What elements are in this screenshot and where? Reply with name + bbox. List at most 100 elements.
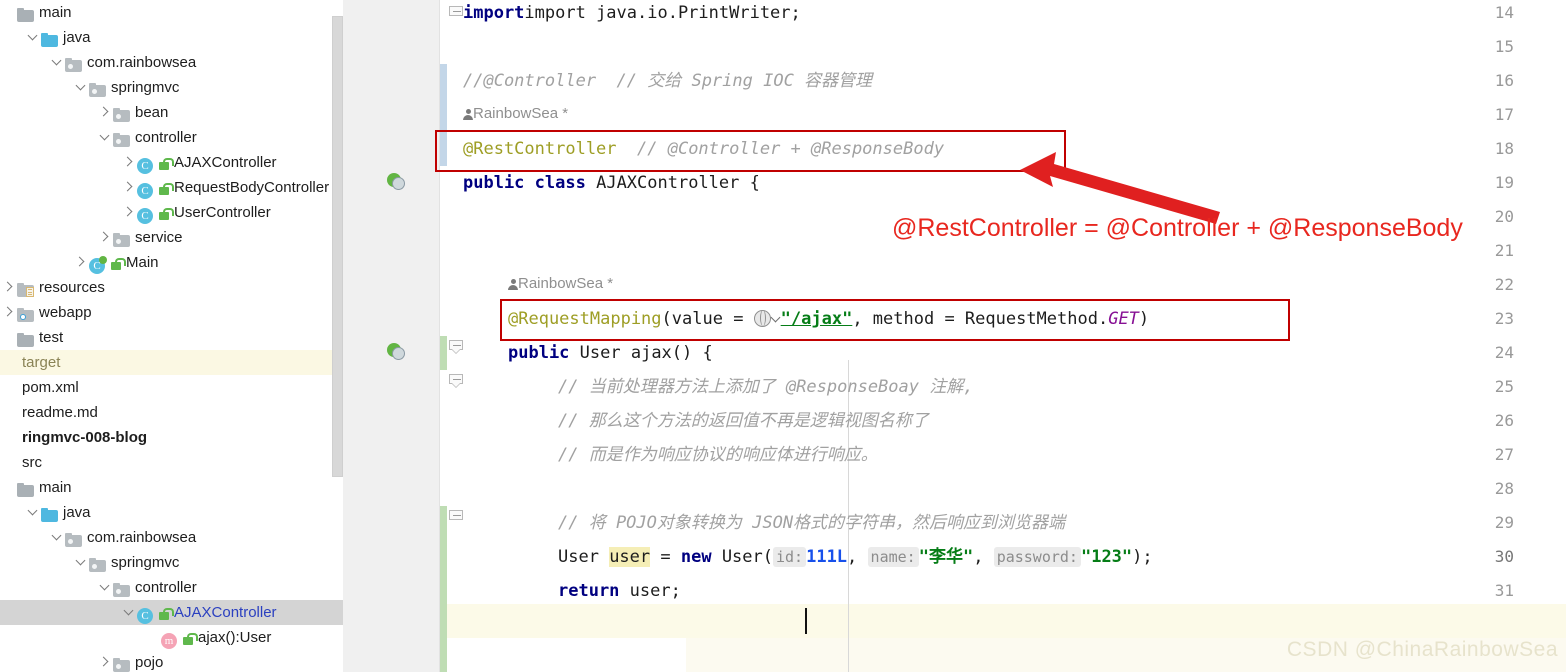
chevron-down-icon[interactable] — [98, 575, 113, 600]
code-line-28[interactable]: User user = new User(id: 111L, name: "李华",… — [558, 540, 1153, 574]
code-line-17[interactable]: @RestController // @Controller + @Respon… — [463, 132, 944, 166]
line-number-22[interactable]: 22 — [1474, 268, 1514, 302]
code-line-23[interactable]: // 当前处理器方法上添加了 @ResponseBoay 注解, — [558, 370, 973, 404]
chevron-down-icon[interactable] — [74, 550, 89, 575]
vcs-change-marker-green-a[interactable] — [440, 336, 447, 370]
code-line-16[interactable]: //@Controller // 交给 Spring IOC 容器管理 — [463, 64, 872, 98]
line-number-16[interactable]: 16 — [1474, 64, 1514, 98]
code-line-27[interactable]: // 将 POJO对象转换为 JSON格式的字符串，然后响应到浏览器端 — [558, 506, 1065, 540]
tree-item-main[interactable]: C Main — [0, 250, 343, 275]
line-number-18[interactable]: 18 — [1474, 132, 1514, 166]
line-number-20[interactable]: 20 — [1474, 200, 1514, 234]
identifier-user[interactable]: user — [609, 547, 651, 567]
code-line-18[interactable]: public class AJAXController { — [463, 166, 760, 200]
line-number-28[interactable]: 28 — [1474, 472, 1514, 506]
tree-item-src[interactable]: src — [0, 450, 343, 475]
tree-item-main[interactable]: main — [0, 0, 343, 25]
java-main-class-icon: C — [89, 255, 107, 274]
code-editor[interactable]: 14 15 16 17 18 19 20 21 22 23 24 25 26 27 28 29 30 31 imp… — [343, 0, 1566, 672]
code-line-24[interactable]: // 那么这个方法的返回值不再是逻辑视图名称了 — [558, 404, 929, 438]
tree-item-requestbodycontroller[interactable]: C RequestBodyController — [0, 175, 343, 200]
project-tree-panel[interactable]: main java com.rainbowsea springmvc bean contr… — [0, 0, 343, 672]
chevron-down-icon[interactable] — [50, 50, 65, 75]
line-number-26[interactable]: 26 — [1474, 404, 1514, 438]
chevron-right-icon[interactable] — [122, 175, 137, 200]
chevron-down-icon[interactable] — [98, 125, 113, 150]
tree-item-java[interactable]: java — [0, 500, 343, 525]
tree-item-springmvc[interactable]: springmvc — [0, 550, 343, 575]
run-method-gutter-icon[interactable] — [387, 343, 405, 361]
tree-item-target[interactable]: target — [0, 350, 343, 375]
tree-item-ajaxcontroller[interactable]: C AJAXController — [0, 600, 343, 625]
tree-item-com-rainbowsea[interactable]: com.rainbowsea — [0, 525, 343, 550]
tree-item-resources[interactable]: resources — [0, 275, 343, 300]
chevron-right-icon[interactable] — [122, 200, 137, 225]
line-number-29[interactable]: 29 — [1474, 506, 1514, 540]
chevron-right-icon[interactable] — [74, 250, 89, 275]
web-url-icon[interactable] — [753, 309, 771, 327]
chevron-right-icon[interactable] — [98, 225, 113, 250]
vcs-change-marker-green-b[interactable] — [440, 506, 447, 672]
line-number-25[interactable]: 25 — [1474, 370, 1514, 404]
fold-handle-body[interactable] — [449, 374, 464, 388]
fold-handle-comment[interactable] — [449, 510, 464, 524]
param-hint-name[interactable]: name: — [867, 547, 919, 567]
tree-item-bean[interactable]: bean — [0, 100, 343, 125]
fold-handle-import[interactable] — [449, 6, 463, 16]
tree-item-service[interactable]: service — [0, 225, 343, 250]
line-number-19[interactable]: 19 — [1474, 166, 1514, 200]
tree-item-label: bean — [135, 104, 169, 121]
inlay-hint-author-21[interactable]: RainbowSea * — [508, 268, 613, 298]
chevron-right-icon[interactable] — [98, 650, 113, 672]
line-number-24[interactable]: 24 — [1474, 336, 1514, 370]
code-line-21[interactable]: @RequestMapping(value = "/ajax", method … — [508, 302, 1149, 336]
tree-item-com-rainbowsea[interactable]: com.rainbowsea — [0, 50, 343, 75]
chevron-down-icon[interactable] — [50, 525, 65, 550]
tree-item-controller[interactable]: controller — [0, 125, 343, 150]
line-number-14[interactable]: 14 — [1474, 0, 1514, 30]
rest-controller-annotation: @RestController — [463, 139, 617, 159]
mapping-url[interactable]: "/ajax" — [781, 309, 853, 329]
chevron-right-icon[interactable] — [98, 100, 113, 125]
chevron-right-icon[interactable] — [2, 275, 17, 300]
param-hint-id[interactable]: id: — [773, 547, 807, 567]
code-line-25[interactable]: // 而是作为响应协议的响应体进行响应。 — [558, 438, 878, 472]
param-hint-password[interactable]: password: — [993, 547, 1081, 567]
tree-item-webapp[interactable]: webapp — [0, 300, 343, 325]
code-line-29[interactable]: return user; — [558, 574, 681, 608]
chevron-down-icon[interactable] — [26, 25, 41, 50]
line-number-15[interactable]: 15 — [1474, 30, 1514, 64]
run-class-gutter-icon[interactable] — [387, 173, 405, 191]
chevron-down-icon[interactable] — [26, 500, 41, 525]
line-number-17[interactable]: 17 — [1474, 98, 1514, 132]
tree-item-springmvc[interactable]: springmvc — [0, 75, 343, 100]
line-number-30[interactable]: 30 — [1474, 540, 1514, 574]
tree-item-pom-xml[interactable]: pom.xml — [0, 375, 343, 400]
sidebar-vertical-scrollbar[interactable] — [332, 16, 343, 477]
chevron-right-icon[interactable] — [2, 300, 17, 325]
chevron-down-icon[interactable] — [771, 309, 781, 326]
chevron-right-icon[interactable] — [122, 150, 137, 175]
tree-item-test[interactable]: test — [0, 325, 343, 350]
editor-gutter[interactable] — [343, 0, 440, 672]
line-number-21[interactable]: 21 — [1474, 234, 1514, 268]
vcs-change-marker-blue[interactable] — [440, 64, 447, 166]
line-number-27[interactable]: 27 — [1474, 438, 1514, 472]
chevron-down-icon[interactable] — [74, 75, 89, 100]
tree-item-java[interactable]: java — [0, 25, 343, 50]
line-number-31[interactable]: 31 — [1474, 574, 1514, 608]
tree-item-ringmvc-008-blog[interactable]: ringmvc-008-blog — [0, 425, 343, 450]
line-number-23[interactable]: 23 — [1474, 302, 1514, 336]
chevron-down-icon[interactable] — [122, 600, 137, 625]
code-line-14[interactable]: importimport java.io.PrintWriter; — [463, 0, 801, 30]
tree-item-pojo[interactable]: pojo — [0, 650, 343, 672]
tree-item-ajaxcontroller[interactable]: C AJAXController — [0, 150, 343, 175]
inlay-hint-author-16[interactable]: RainbowSea * — [463, 98, 568, 128]
tree-item-readme-md[interactable]: readme.md — [0, 400, 343, 425]
tree-item-main[interactable]: main — [0, 475, 343, 500]
tree-item-ajax-user[interactable]: m ajax():User — [0, 625, 343, 650]
tree-item-controller[interactable]: controller — [0, 575, 343, 600]
code-line-22[interactable]: public User ajax() { — [508, 336, 713, 370]
fold-handle-method[interactable] — [449, 340, 464, 354]
tree-item-usercontroller[interactable]: C UserController — [0, 200, 343, 225]
